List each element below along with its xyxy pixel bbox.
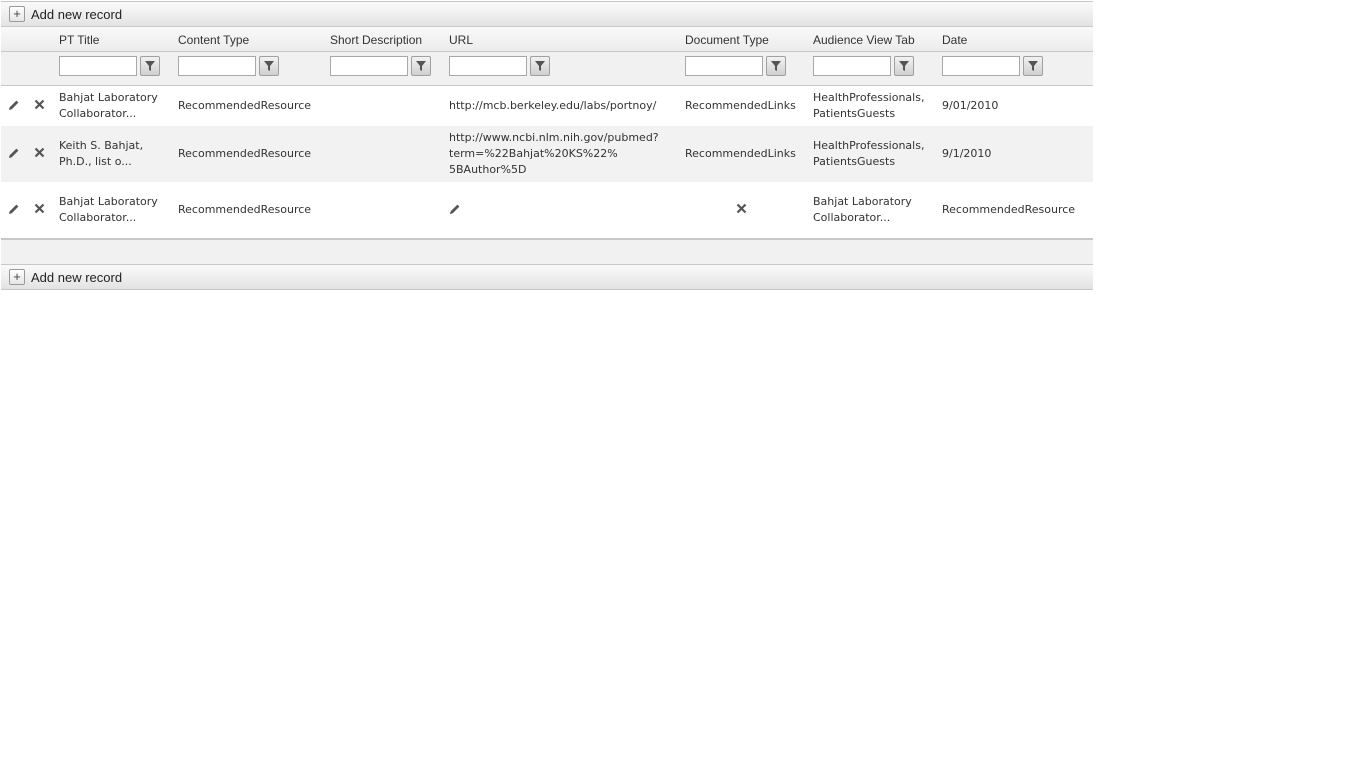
edit-pencil-icon[interactable] xyxy=(8,203,20,215)
cell-content-type: RecommendedResource xyxy=(178,147,312,160)
filter-icon[interactable] xyxy=(530,56,550,76)
cell-content-type: RecommendedResource xyxy=(178,99,312,112)
add-new-record-button[interactable]: + Add new record xyxy=(9,6,122,22)
filter-input-pt-title[interactable] xyxy=(59,56,137,76)
cell-url: http://mcb.berkeley.edu/labs/portnoy/ xyxy=(449,99,657,112)
table-row: Bahjat Laboratory Collaborator... Recomme… xyxy=(1,86,1093,126)
column-header-pt-title[interactable]: PT Title xyxy=(59,33,99,47)
column-header-date[interactable]: Date xyxy=(942,33,967,47)
filter-row xyxy=(1,52,1093,86)
filter-input-date[interactable] xyxy=(942,56,1020,76)
plus-icon: + xyxy=(9,269,25,285)
cell-date: 9/01/2010 xyxy=(942,99,999,112)
cell-audience-view-tab: HealthProfessionals, PatientsGuests xyxy=(813,139,925,168)
plus-icon: + xyxy=(9,6,25,22)
column-header-content-type[interactable]: Content Type xyxy=(178,33,249,47)
filter-icon[interactable] xyxy=(1023,56,1043,76)
edit-pencil-icon[interactable] xyxy=(449,203,461,215)
filter-input-document-type[interactable] xyxy=(685,56,763,76)
cell-audience-view-tab: Bahjat Laboratory Collaborator... xyxy=(813,195,912,224)
filter-icon[interactable] xyxy=(894,56,914,76)
cell-pt-title: Keith S. Bahjat, Ph.D., list o... xyxy=(59,139,144,168)
add-new-record-button[interactable]: + Add new record xyxy=(9,269,122,285)
column-header-url[interactable]: URL xyxy=(449,33,473,47)
cell-pt-title: Bahjat Laboratory Collaborator... xyxy=(59,195,158,224)
cell-content-type: RecommendedResource xyxy=(178,203,312,216)
delete-x-icon[interactable] xyxy=(736,203,747,214)
filter-input-url[interactable] xyxy=(449,56,527,76)
cell-pt-title: Bahjat Laboratory Collaborator... xyxy=(59,91,158,120)
grid-footer xyxy=(1,239,1093,264)
cell-document-type: RecommendedLinks xyxy=(685,147,796,160)
filter-input-content-type[interactable] xyxy=(178,56,256,76)
table-row: Bahjat Laboratory Collaborator... Recomme… xyxy=(1,182,1093,239)
cell-date: 9/1/2010 xyxy=(942,147,992,160)
cell-audience-view-tab: HealthProfessionals, PatientsGuests xyxy=(813,91,925,120)
filter-input-audience-view-tab[interactable] xyxy=(813,56,891,76)
edit-pencil-icon[interactable] xyxy=(8,99,20,111)
table-row: Keith S. Bahjat, Ph.D., list o... Recomme… xyxy=(1,126,1093,182)
column-header-short-description[interactable]: Short Description xyxy=(330,33,422,47)
delete-x-icon[interactable] xyxy=(34,147,45,158)
filter-icon[interactable] xyxy=(259,56,279,76)
filter-icon[interactable] xyxy=(140,56,160,76)
cell-url: http://www.ncbi.nlm.nih.gov/pubmed? term=… xyxy=(449,131,659,176)
filter-input-short-description[interactable] xyxy=(330,56,408,76)
cell-document-type: RecommendedLinks xyxy=(685,99,796,112)
delete-x-icon[interactable] xyxy=(34,99,45,110)
add-new-record-label: Add new record xyxy=(31,6,123,22)
column-headers: PT Title Content Type Short Description … xyxy=(1,27,1093,52)
cell-date: RecommendedResource xyxy=(942,203,1076,216)
filter-icon[interactable] xyxy=(411,56,431,76)
bottom-command-bar: + Add new record xyxy=(1,264,1093,290)
delete-x-icon[interactable] xyxy=(34,203,45,214)
column-header-document-type[interactable]: Document Type xyxy=(685,33,769,47)
edit-pencil-icon[interactable] xyxy=(8,147,20,159)
add-new-record-label: Add new record xyxy=(31,269,123,285)
filter-icon[interactable] xyxy=(766,56,786,76)
records-grid: + Add new record PT Title Content Type S… xyxy=(1,1,1093,290)
top-command-bar: + Add new record xyxy=(1,1,1093,27)
column-header-audience-view-tab[interactable]: Audience View Tab xyxy=(813,33,915,47)
